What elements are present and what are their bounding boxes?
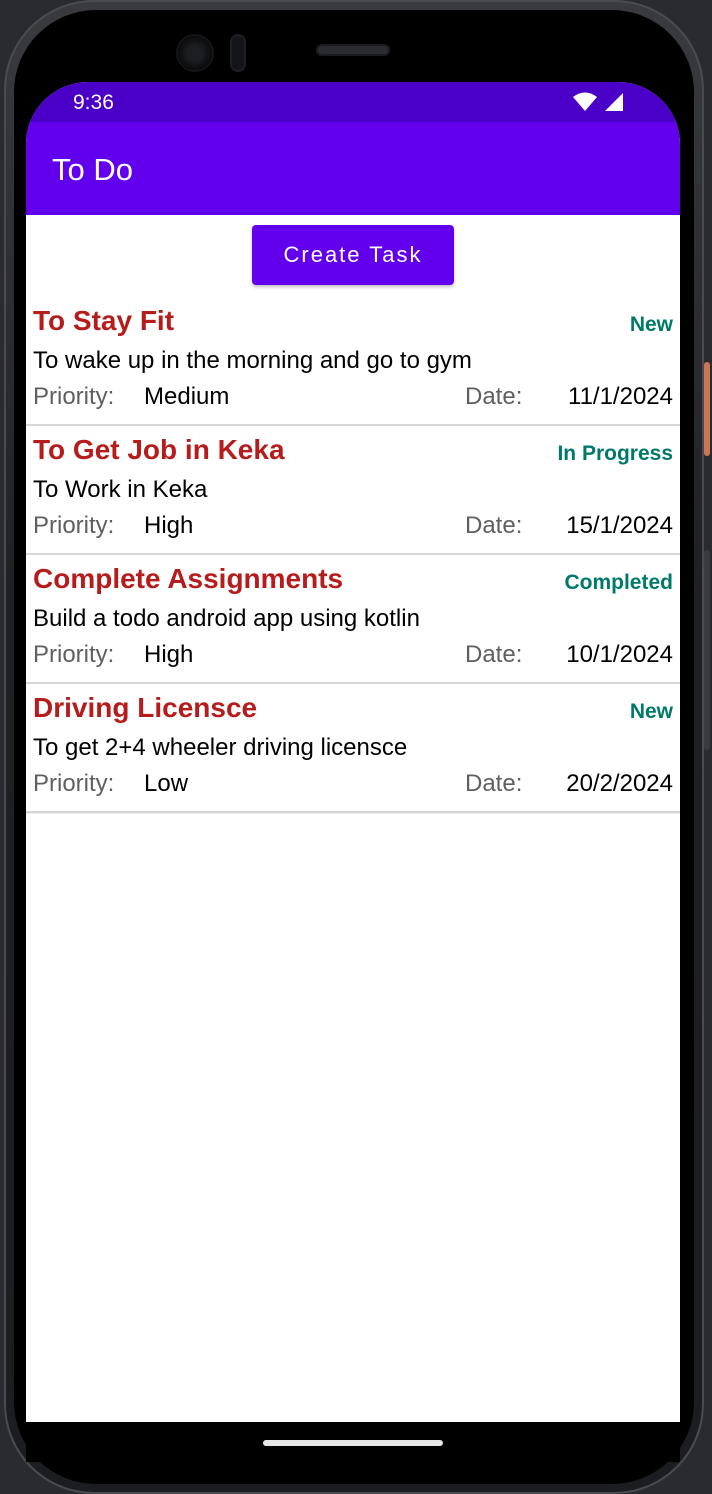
task-status: Completed	[564, 571, 673, 594]
task-meta: Priority: Low Date: 20/2/2024	[33, 770, 673, 800]
date-value: 20/2/2024	[566, 770, 673, 797]
priority-value: Medium	[144, 383, 230, 410]
task-status: New	[629, 313, 673, 336]
task-card[interactable]: Complete Assignments Completed Build a t…	[26, 555, 680, 684]
task-title: Complete Assignments	[33, 563, 344, 594]
task-description: To wake up in the morning and go to gym	[33, 347, 472, 374]
date-label: Date:	[465, 383, 523, 410]
device: 9:36 To Do Create Task To Stay Fit New T…	[0, 0, 712, 1494]
task-card[interactable]: To Stay Fit New To wake up in the mornin…	[26, 297, 680, 426]
priority-label: Priority:	[33, 641, 115, 668]
priority-label: Priority:	[33, 383, 115, 410]
earpiece-speaker	[316, 44, 390, 56]
task-status: New	[629, 700, 673, 723]
priority-value: Low	[144, 770, 189, 797]
power-button[interactable]	[704, 362, 710, 456]
priority-label: Priority:	[33, 770, 115, 797]
priority-value: High	[144, 641, 194, 668]
status-time: 9:36	[73, 91, 114, 114]
date-label: Date:	[465, 512, 523, 539]
app-bar: To Do	[26, 122, 680, 215]
app-screen: 9:36 To Do Create Task To Stay Fit New T…	[26, 82, 680, 1422]
proximity-sensor	[230, 34, 246, 72]
task-description: To Work in Keka	[33, 476, 208, 503]
task-title: To Get Job in Keka	[33, 434, 285, 465]
status-bar: 9:36	[26, 82, 680, 122]
date-value: 10/1/2024	[566, 641, 673, 668]
task-meta: Priority: Medium Date: 11/1/2024	[33, 383, 673, 413]
priority-value: High	[144, 512, 194, 539]
front-camera	[178, 36, 212, 70]
task-title: To Stay Fit	[33, 305, 175, 336]
task-description: Build a todo android app using kotlin	[33, 605, 420, 632]
wifi-icon	[572, 92, 598, 117]
volume-button[interactable]	[704, 550, 710, 750]
task-description: To get 2+4 wheeler driving licensce	[33, 734, 408, 761]
app-title: To Do	[52, 152, 133, 187]
date-label: Date:	[465, 770, 523, 797]
priority-label: Priority:	[33, 512, 115, 539]
task-card[interactable]: Driving Licensce New To get 2+4 wheeler …	[26, 684, 680, 813]
task-title: Driving Licensce	[33, 692, 258, 723]
create-task-button[interactable]: Create Task	[252, 225, 454, 285]
signal-icon	[602, 92, 624, 117]
date-value: 15/1/2024	[566, 512, 673, 539]
task-card[interactable]: To Get Job in Keka In Progress To Work i…	[26, 426, 680, 555]
date-label: Date:	[465, 641, 523, 668]
task-status: In Progress	[557, 442, 673, 465]
home-indicator[interactable]	[263, 1440, 443, 1446]
task-meta: Priority: High Date: 10/1/2024	[33, 641, 673, 671]
task-list: To Stay Fit New To wake up in the mornin…	[26, 297, 680, 813]
date-value: 11/1/2024	[568, 383, 673, 410]
status-icons	[572, 92, 624, 117]
task-meta: Priority: High Date: 15/1/2024	[33, 512, 673, 542]
